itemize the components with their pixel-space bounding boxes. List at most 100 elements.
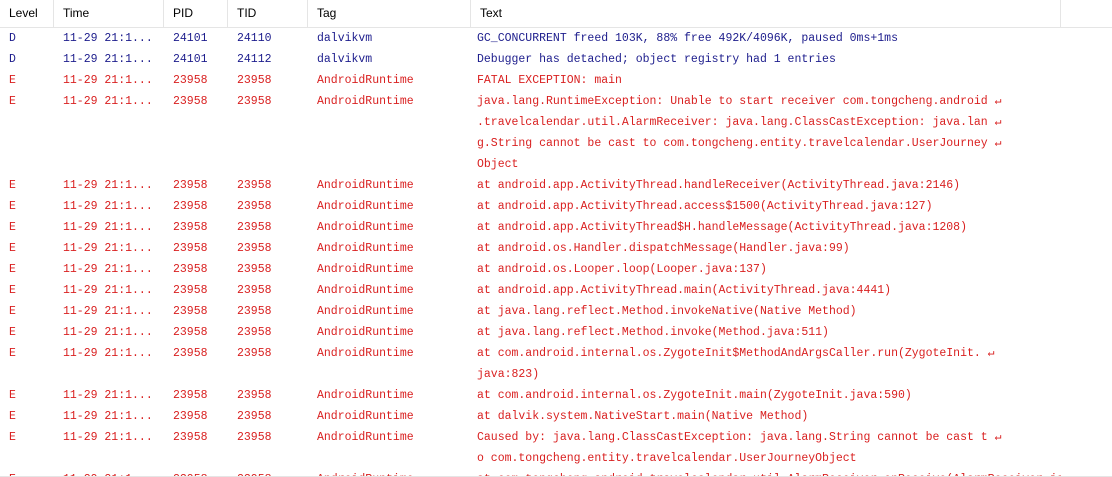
log-row[interactable]: E 11-29 21:1... 23958 23958 AndroidRuntime at… (0, 385, 1112, 406)
log-message-line: at java.lang.reflect.Method.invoke(Metho… (477, 326, 829, 339)
log-message-line: Debugger has detached; object registry h… (477, 53, 836, 66)
log-level: E (9, 305, 16, 318)
log-time: 11-29 21:1... (63, 410, 153, 423)
log-tag: AndroidRuntime (317, 347, 414, 360)
log-level: E (9, 221, 16, 234)
log-tid: 23958 (237, 347, 272, 360)
log-row[interactable]: E 11-29 21:1... 23958 23958 AndroidRuntime at… (0, 322, 1112, 343)
log-row[interactable]: E 11-29 21:1... 23958 23958 AndroidRuntime at… (0, 406, 1112, 427)
log-message: at android.app.ActivityThread.access$150… (471, 196, 1061, 217)
log-tag: AndroidRuntime (317, 431, 414, 444)
log-level: D (9, 32, 16, 45)
log-row[interactable]: D 11-29 21:1... 24101 24110 dalvikvm GC_CONCU… (0, 28, 1112, 49)
log-message-line: o com.tongcheng.entity.travelcalendar.Us… (477, 452, 857, 465)
log-row[interactable]: E 11-29 21:1... 23958 23958 AndroidRuntime at… (0, 301, 1112, 322)
log-message-line: java:823) (477, 368, 540, 381)
log-time: 11-29 21:1... (63, 179, 153, 192)
log-tid: 23958 (237, 74, 272, 87)
log-level: E (9, 95, 16, 108)
log-pid: 23958 (173, 242, 208, 255)
log-tag: AndroidRuntime (317, 200, 414, 213)
log-tid: 24112 (237, 53, 272, 66)
log-time: 11-29 21:1... (63, 389, 153, 402)
log-row[interactable]: E 11-29 21:1... 23958 23958 AndroidRuntime at… (0, 280, 1112, 301)
log-tag: dalvikvm (317, 32, 373, 45)
log-level: E (9, 242, 16, 255)
log-time: 11-29 21:1... (63, 95, 153, 108)
log-message: at android.os.Handler.dispatchMessage(Ha… (471, 238, 1061, 259)
log-tid: 23958 (237, 221, 272, 234)
log-pid: 24101 (173, 32, 208, 45)
log-pid: 23958 (173, 389, 208, 402)
log-time: 11-29 21:1... (63, 53, 153, 66)
log-row[interactable]: E 11-29 21:1... 23958 23958 AndroidRuntime at… (0, 175, 1112, 196)
log-tag: AndroidRuntime (317, 221, 414, 234)
log-message: at android.app.ActivityThread.handleRece… (471, 175, 1061, 196)
log-time: 11-29 21:1... (63, 326, 153, 339)
log-row[interactable]: E 11-29 21:1... 23958 23958 AndroidRuntime at… (0, 343, 1112, 385)
log-time: 11-29 21:1... (63, 200, 153, 213)
log-time: 11-29 21:1... (63, 284, 153, 297)
log-message-line: FATAL EXCEPTION: main (477, 74, 622, 87)
log-tid: 23958 (237, 305, 272, 318)
log-pid: 23958 (173, 305, 208, 318)
log-row[interactable]: E 11-29 21:1... 23958 23958 AndroidRuntime at… (0, 238, 1112, 259)
log-message-line: at android.app.ActivityThread.access$150… (477, 200, 933, 213)
log-level: E (9, 389, 16, 402)
log-tag: dalvikvm (317, 53, 373, 66)
log-tag: AndroidRuntime (317, 284, 414, 297)
log-message-line: at android.app.ActivityThread.main(Activ… (477, 284, 892, 297)
log-row[interactable]: D 11-29 21:1... 24101 24112 dalvikvm Debugger… (0, 49, 1112, 70)
log-tid: 23958 (237, 95, 272, 108)
log-row[interactable]: E 11-29 21:1... 23958 23958 AndroidRuntime Ca… (0, 427, 1112, 469)
log-tid: 23958 (237, 284, 272, 297)
log-time: 11-29 21:1... (63, 32, 153, 45)
log-message: at com.android.internal.os.ZygoteInit.ma… (471, 385, 1061, 406)
log-row[interactable]: E 11-29 21:1... 23958 23958 AndroidRuntime at… (0, 259, 1112, 280)
log-row[interactable]: E 11-29 21:1... 23958 23958 AndroidRuntime at… (0, 196, 1112, 217)
log-tag: AndroidRuntime (317, 95, 414, 108)
log-pid: 23958 (173, 326, 208, 339)
log-time: 11-29 21:1... (63, 242, 153, 255)
column-header-pid[interactable]: PID (164, 0, 228, 27)
log-pid: 23958 (173, 347, 208, 360)
log-message-line: at android.app.ActivityThread$H.handleMe… (477, 221, 967, 234)
log-message: Caused by: java.lang.ClassCastException:… (471, 427, 1061, 469)
column-header-tid[interactable]: TID (228, 0, 308, 27)
log-rows: D 11-29 21:1... 24101 24110 dalvikvm GC_CONCU… (0, 28, 1112, 477)
log-pid: 23958 (173, 263, 208, 276)
log-tid: 23958 (237, 200, 272, 213)
log-message: java.lang.RuntimeException: Unable to st… (471, 91, 1061, 175)
log-tid: 23958 (237, 263, 272, 276)
log-row[interactable]: E 11-29 21:1... 23958 23958 AndroidRuntime at… (0, 217, 1112, 238)
log-level: E (9, 74, 16, 87)
log-tid: 23958 (237, 326, 272, 339)
log-level: E (9, 410, 16, 423)
log-level: E (9, 179, 16, 192)
column-header-level[interactable]: Level (0, 0, 54, 27)
log-message-line: .travelcalendar.util.AlarmReceiver: java… (477, 116, 1002, 129)
log-message-line: at android.os.Handler.dispatchMessage(Ha… (477, 242, 850, 255)
column-header-filler (1061, 0, 1112, 27)
log-message-line: GC_CONCURRENT freed 103K, 88% free 492K/… (477, 32, 898, 45)
log-pid: 24101 (173, 53, 208, 66)
log-level: E (9, 326, 16, 339)
log-message-line: at java.lang.reflect.Method.invokeNative… (477, 305, 857, 318)
column-header-tag[interactable]: Tag (308, 0, 471, 27)
column-header-text[interactable]: Text (471, 0, 1061, 27)
log-row[interactable]: E 11-29 21:1... 23958 23958 AndroidRuntime FA… (0, 70, 1112, 91)
log-tid: 23958 (237, 242, 272, 255)
log-tid: 24110 (237, 32, 272, 45)
log-tag: AndroidRuntime (317, 410, 414, 423)
log-message: at android.app.ActivityThread.main(Activ… (471, 280, 1061, 301)
log-level: E (9, 284, 16, 297)
log-row[interactable]: E 11-29 21:1... 23958 23958 AndroidRuntime ja… (0, 91, 1112, 175)
log-tid: 23958 (237, 431, 272, 444)
log-level: D (9, 53, 16, 66)
log-time: 11-29 21:1... (63, 74, 153, 87)
log-message: at android.app.ActivityThread$H.handleMe… (471, 217, 1061, 238)
log-pid: 23958 (173, 200, 208, 213)
log-tid: 23958 (237, 410, 272, 423)
column-header-time[interactable]: Time (54, 0, 164, 27)
log-tag: AndroidRuntime (317, 326, 414, 339)
